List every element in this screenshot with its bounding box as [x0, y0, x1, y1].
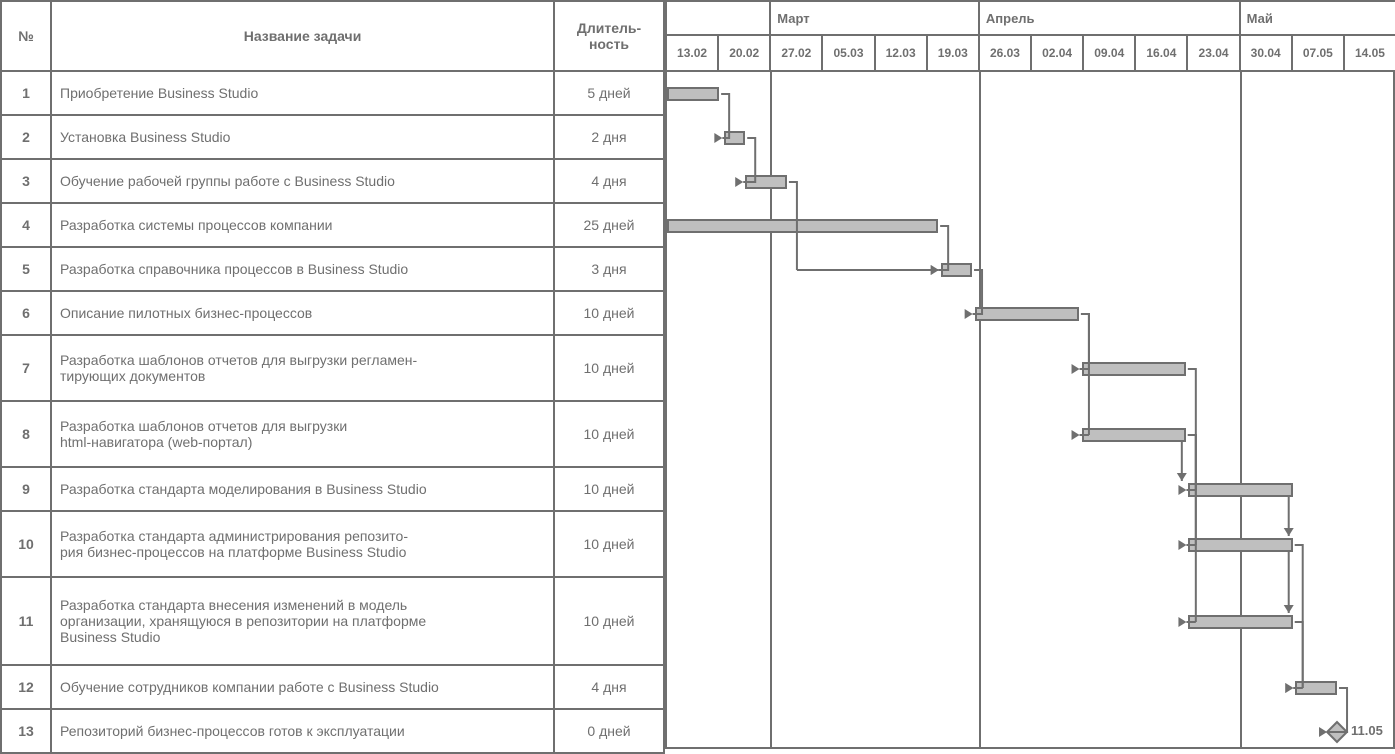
gantt-bar — [1295, 681, 1337, 695]
week-header: 19.03 — [927, 35, 979, 71]
task-name: Разработка системы процессов компании — [51, 203, 554, 247]
task-num: 11 — [1, 577, 51, 665]
task-name: Разработка стандарта внесения изменений … — [51, 577, 554, 665]
gantt-bar — [724, 131, 745, 145]
task-num: 12 — [1, 665, 51, 709]
task-row: 3Обучение рабочей группы работе с Busine… — [1, 159, 664, 203]
task-num: 6 — [1, 291, 51, 335]
task-duration: 10 дней — [554, 467, 664, 511]
task-duration: 10 дней — [554, 401, 664, 467]
task-name: Репозиторий бизнес-процессов готов к экс… — [51, 709, 554, 753]
gantt-bar — [1082, 362, 1186, 376]
week-header: 14.05 — [1344, 35, 1395, 71]
month-divider — [1240, 72, 1242, 747]
gantt-body: 11.05 — [665, 72, 1395, 749]
task-row: 4Разработка системы процессов компании25… — [1, 203, 664, 247]
task-row: 7Разработка шаблонов отчетов для выгрузк… — [1, 335, 664, 401]
task-duration: 10 дней — [554, 335, 664, 401]
task-name: Описание пилотных бизнес-процессов — [51, 291, 554, 335]
month-header: Май — [1240, 1, 1395, 35]
task-row: 6Описание пилотных бизнес-процессов10 дн… — [1, 291, 664, 335]
task-name: Установка Business Studio — [51, 115, 554, 159]
week-header: 20.02 — [718, 35, 770, 71]
task-name: Разработка шаблонов отчетов для выгрузки… — [51, 335, 554, 401]
task-duration: 3 дня — [554, 247, 664, 291]
task-duration: 25 дней — [554, 203, 664, 247]
gantt-diagram: № Название задачи Длитель- ность 1Приобр… — [0, 0, 1395, 747]
week-header: 02.04 — [1031, 35, 1083, 71]
task-num: 5 — [1, 247, 51, 291]
header-name: Название задачи — [51, 1, 554, 71]
gantt-bar — [1082, 428, 1186, 442]
week-header: 26.03 — [979, 35, 1031, 71]
task-name: Разработка справочника процессов в Busin… — [51, 247, 554, 291]
task-duration: 2 дня — [554, 115, 664, 159]
task-num: 1 — [1, 71, 51, 115]
week-header: 09.04 — [1083, 35, 1135, 71]
task-name: Разработка стандарта моделирования в Bus… — [51, 467, 554, 511]
task-row: 13Репозиторий бизнес-процессов готов к э… — [1, 709, 664, 753]
task-row: 12Обучение сотрудников компании работе с… — [1, 665, 664, 709]
week-header: 16.04 — [1135, 35, 1187, 71]
task-name: Разработка стандарта администрирования р… — [51, 511, 554, 577]
month-divider — [979, 72, 981, 747]
task-duration: 5 дней — [554, 71, 664, 115]
task-duration: 10 дней — [554, 577, 664, 665]
task-num: 2 — [1, 115, 51, 159]
gantt-bar — [941, 263, 972, 277]
task-row: 11Разработка стандарта внесения изменени… — [1, 577, 664, 665]
gantt-bar — [1188, 483, 1292, 497]
month-header — [666, 1, 770, 35]
task-row: 8Разработка шаблонов отчетов для выгрузк… — [1, 401, 664, 467]
gantt-bar — [667, 87, 719, 101]
gantt-chart: МартАпрельМай 13.0220.0227.0205.0312.031… — [665, 0, 1395, 747]
task-num: 7 — [1, 335, 51, 401]
task-duration: 4 дня — [554, 665, 664, 709]
task-duration: 10 дней — [554, 291, 664, 335]
gantt-bar — [1188, 615, 1292, 629]
task-name: Приобретение Business Studio — [51, 71, 554, 115]
task-duration: 0 дней — [554, 709, 664, 753]
task-num: 8 — [1, 401, 51, 467]
task-row: 1Приобретение Business Studio5 дней — [1, 71, 664, 115]
gantt-bar — [1188, 538, 1292, 552]
dependency-arrows — [667, 72, 1393, 747]
task-name: Разработка шаблонов отчетов для выгрузки… — [51, 401, 554, 467]
task-duration: 4 дня — [554, 159, 664, 203]
task-table: № Название задачи Длитель- ность 1Приобр… — [0, 0, 665, 747]
task-row: 5Разработка справочника процессов в Busi… — [1, 247, 664, 291]
month-header: Апрель — [979, 1, 1240, 35]
task-num: 3 — [1, 159, 51, 203]
week-header: 13.02 — [666, 35, 718, 71]
task-row: 9Разработка стандарта моделирования в Bu… — [1, 467, 664, 511]
task-row: 10Разработка стандарта администрирования… — [1, 511, 664, 577]
task-row: 2Установка Business Studio2 дня — [1, 115, 664, 159]
week-header: 27.02 — [770, 35, 822, 71]
week-header: 30.04 — [1240, 35, 1292, 71]
week-header: 23.04 — [1187, 35, 1239, 71]
task-duration: 10 дней — [554, 511, 664, 577]
milestone-label: 11.05 — [1351, 723, 1383, 738]
header-num: № — [1, 1, 51, 71]
task-name: Обучение рабочей группы работе с Busines… — [51, 159, 554, 203]
gantt-bar — [667, 219, 938, 233]
month-divider — [770, 72, 772, 747]
milestone-icon — [1326, 721, 1349, 744]
task-num: 9 — [1, 467, 51, 511]
task-name: Обучение сотрудников компании работе с B… — [51, 665, 554, 709]
week-header: 07.05 — [1292, 35, 1344, 71]
gantt-bar — [745, 175, 787, 189]
week-header: 05.03 — [822, 35, 874, 71]
task-num: 4 — [1, 203, 51, 247]
task-num: 13 — [1, 709, 51, 753]
month-header: Март — [770, 1, 979, 35]
week-header: 12.03 — [875, 35, 927, 71]
header-duration: Длитель- ность — [554, 1, 664, 71]
task-num: 10 — [1, 511, 51, 577]
gantt-bar — [975, 307, 1079, 321]
